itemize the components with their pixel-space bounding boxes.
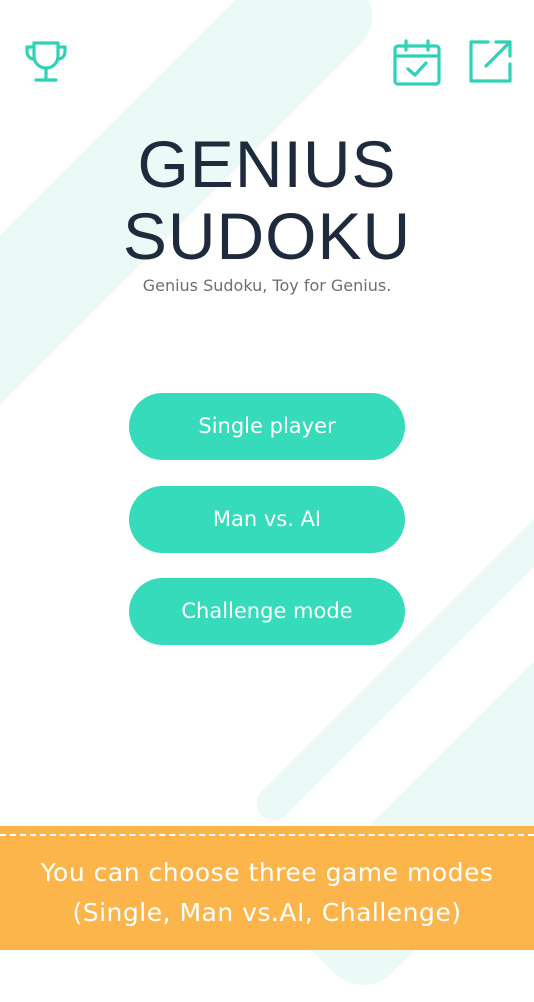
share-icon[interactable] [466, 38, 514, 86]
app-title-line-1: GENIUS [137, 127, 397, 201]
banner-dashed-divider [0, 834, 534, 836]
app-title-line-2: SUDOKU [122, 199, 412, 273]
challenge-mode-button[interactable]: Challenge mode [129, 578, 405, 645]
banner-text-line-1: You can choose three game modes [40, 858, 494, 887]
promo-banner: You can choose three game modes (Single,… [0, 826, 534, 950]
trophy-icon[interactable] [22, 38, 70, 86]
banner-text-line-2: (Single, Man vs.AI, Challenge) [72, 898, 462, 927]
calendar-check-icon[interactable] [392, 38, 442, 88]
app-subtitle: Genius Sudoku, Toy for Genius. [142, 276, 392, 295]
man-vs-ai-button[interactable]: Man vs. AI [129, 486, 405, 553]
single-player-button[interactable]: Single player [129, 393, 405, 460]
